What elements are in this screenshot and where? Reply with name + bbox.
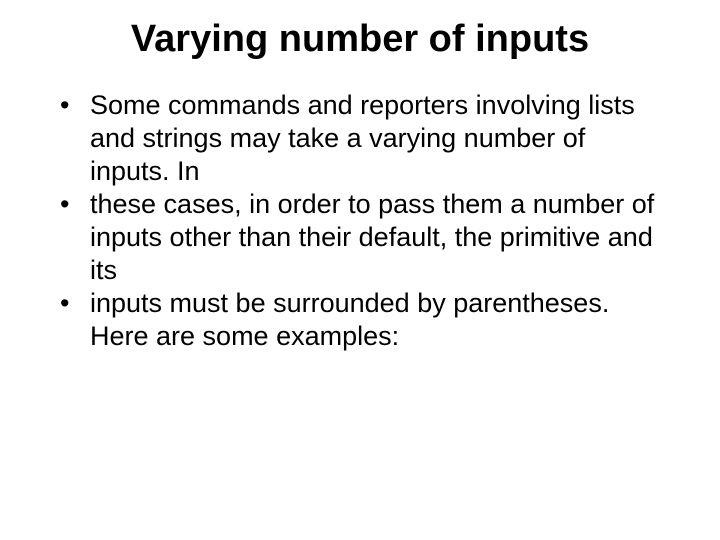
slide: Varying number of inputs Some commands a…	[0, 0, 720, 540]
list-item: inputs must be surrounded by parentheses…	[56, 287, 672, 353]
page-title: Varying number of inputs	[48, 18, 672, 61]
list-item: Some commands and reporters involving li…	[56, 89, 672, 188]
list-item: these cases, in order to pass them a num…	[56, 188, 672, 287]
bullet-list: Some commands and reporters involving li…	[48, 89, 672, 353]
